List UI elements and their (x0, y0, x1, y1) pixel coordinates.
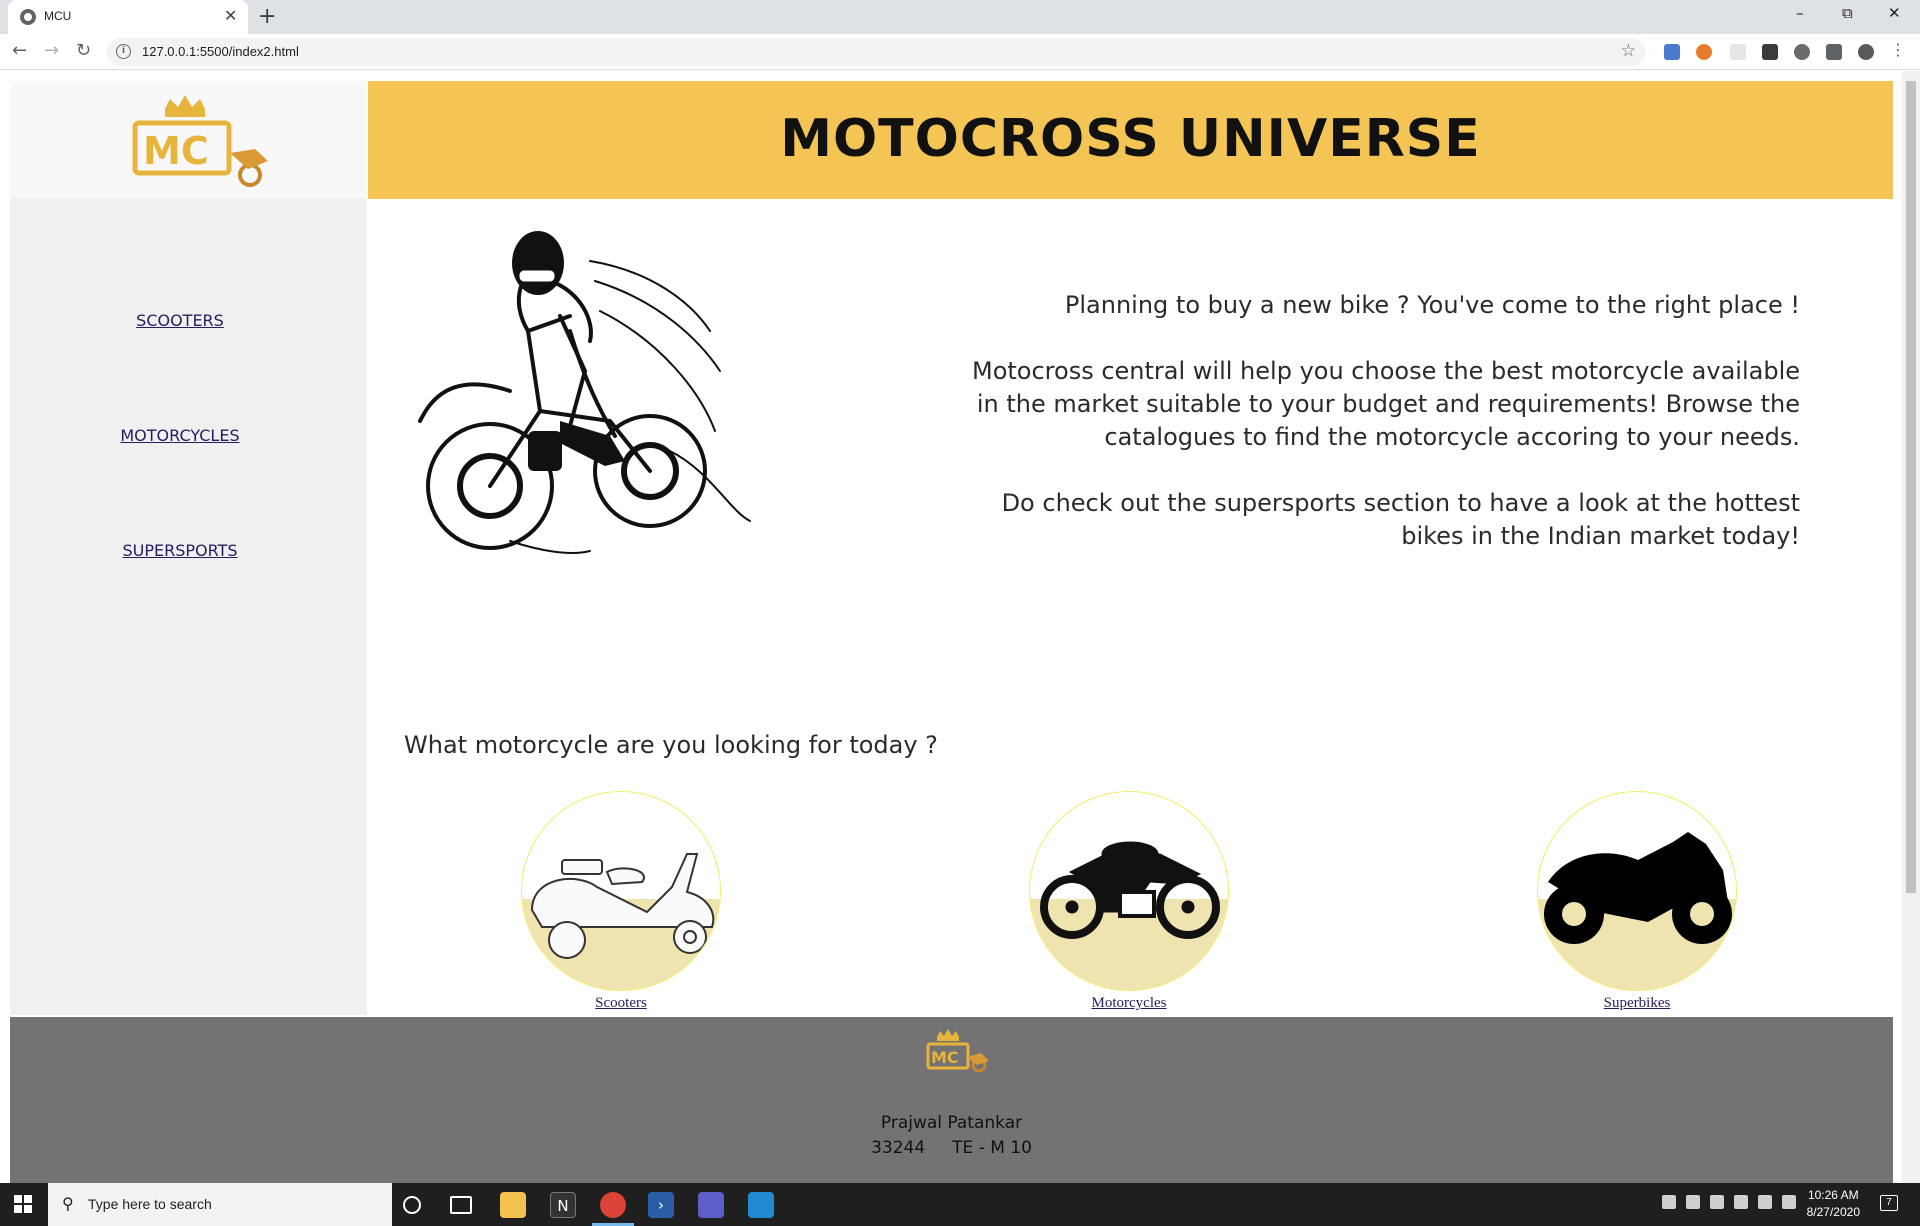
motocross-rider-illustration (418, 231, 751, 554)
file-explorer-icon[interactable] (500, 1192, 526, 1218)
sidebar: SCOOTERS MOTORCYCLES SUPERSPORTS (10, 81, 367, 1015)
windows-start-icon[interactable] (14, 1195, 32, 1213)
logo-lettering: MC (931, 1048, 959, 1067)
logo-area: MC (10, 81, 367, 198)
motorcycle-thumbnail[interactable] (1029, 791, 1229, 991)
windows-taskbar: ⚲ Type here to search N › 10:26 AM 8/27/… (0, 1183, 1920, 1226)
vscode-icon[interactable] (748, 1192, 774, 1218)
battery-icon[interactable] (1686, 1195, 1700, 1209)
category-question: What motorcycle are you looking for toda… (404, 731, 938, 759)
volume-icon[interactable] (1782, 1195, 1796, 1209)
scooters-link[interactable]: Scooters (521, 995, 721, 1012)
bookmark-star-icon[interactable]: ☆ (1621, 41, 1636, 61)
microphone-icon[interactable] (1734, 1195, 1748, 1209)
intro-supersports-note: Do check out the supersports section to … (1001, 489, 1800, 550)
scooter-icon (530, 853, 715, 959)
profile-icon[interactable] (1858, 44, 1874, 60)
nav-link-scooters[interactable]: SCOOTERS (10, 311, 350, 330)
web-page: SCOOTERS MOTORCYCLES SUPERSPORTS MC MOTO… (0, 71, 1920, 1183)
tray-icon[interactable] (1662, 1195, 1676, 1209)
tab-title: MCU (44, 9, 72, 23)
nav-link-motorcycles[interactable]: MOTORCYCLES (10, 426, 350, 445)
clock-time: 10:26 AM (1807, 1188, 1859, 1202)
puzzle-icon[interactable] (1826, 44, 1842, 60)
superbike-thumbnail[interactable] (1537, 791, 1737, 991)
browser-tab[interactable]: MCU ✕ (8, 0, 248, 34)
author-roll: 33244 TE - M 10 (871, 1138, 1032, 1158)
taskbar-search-placeholder[interactable]: Type here to search (88, 1196, 212, 1212)
scrollbar-thumb[interactable] (1906, 81, 1916, 893)
app-icon[interactable]: N (550, 1192, 576, 1218)
tray-icon[interactable] (1710, 1195, 1724, 1209)
task-view-icon[interactable] (450, 1196, 472, 1214)
intro-heading: Planning to buy a new bike ? You've come… (1064, 291, 1800, 319)
mcu-logo: MC (132, 95, 268, 187)
extension-icon[interactable] (1794, 44, 1810, 60)
back-icon[interactable]: ← (12, 40, 27, 61)
browser-toolbar: ← → ↻ i 127.0.0.1:5500/index2.html ☆ ⋮ (0, 34, 1920, 70)
chrome-icon[interactable] (600, 1192, 626, 1218)
extension-icon[interactable] (1730, 44, 1746, 60)
nav-link-supersports[interactable]: SUPERSPORTS (10, 541, 350, 560)
teams-icon[interactable] (698, 1192, 724, 1218)
restore-icon[interactable]: ⧉ (1842, 4, 1853, 22)
url-text[interactable]: 127.0.0.1:5500/index2.html (142, 44, 299, 59)
menu-dots-icon[interactable]: ⋮ (1890, 40, 1906, 59)
close-window-icon[interactable]: ✕ (1888, 4, 1901, 22)
extension-icon[interactable] (1762, 44, 1778, 60)
notification-center-icon[interactable]: 7 (1880, 1195, 1898, 1211)
site-header: MOTOCROSS UNIVERSE (368, 81, 1893, 199)
site-title: MOTOCROSS UNIVERSE (780, 109, 1481, 169)
cortana-icon[interactable] (403, 1196, 421, 1214)
author-name: Prajwal Patankar (880, 1113, 1023, 1133)
site-footer: MC Prajwal Patankar 33244 TE - M 10 (10, 1017, 1893, 1183)
reload-icon[interactable]: ↻ (76, 40, 91, 61)
forward-icon[interactable]: → (44, 40, 59, 61)
site-info-icon[interactable]: i (116, 44, 131, 59)
logo-lettering: MC (143, 129, 209, 173)
minimize-icon[interactable]: – (1796, 4, 1804, 22)
taskbar-search-box[interactable]: ⚲ Type here to search (48, 1183, 392, 1226)
search-icon: ⚲ (62, 1194, 74, 1213)
footer-logo: MC (926, 1029, 989, 1073)
intro-text: Planning to buy a new bike ? You've come… (960, 289, 1800, 586)
new-tab-button[interactable]: + (258, 4, 276, 29)
taskbar-clock[interactable]: 10:26 AM 8/27/2020 (1807, 1187, 1860, 1221)
clock-date: 8/27/2020 (1806, 1205, 1860, 1219)
motorcycles-link[interactable]: Motorcycles (1029, 995, 1229, 1012)
scooter-thumbnail[interactable] (521, 791, 721, 991)
motorcycle-icon (1040, 841, 1220, 939)
browser-tab-strip: MCU ✕ + – ⧉ ✕ (0, 0, 1920, 34)
intro-paragraph: Motocross central will help you choose t… (972, 357, 1800, 451)
globe-icon (20, 9, 36, 25)
close-tab-icon[interactable]: ✕ (224, 6, 237, 25)
wifi-icon[interactable] (1758, 1195, 1772, 1209)
superbikes-link[interactable]: Superbikes (1537, 995, 1737, 1012)
extension-icon[interactable] (1696, 44, 1712, 60)
address-bar[interactable]: i 127.0.0.1:5500/index2.html ☆ (106, 38, 1646, 66)
extension-icon[interactable] (1664, 44, 1680, 60)
page-scrollbar[interactable] (1902, 71, 1920, 1183)
superbike-icon (1544, 832, 1732, 944)
powershell-icon[interactable]: › (648, 1192, 674, 1218)
